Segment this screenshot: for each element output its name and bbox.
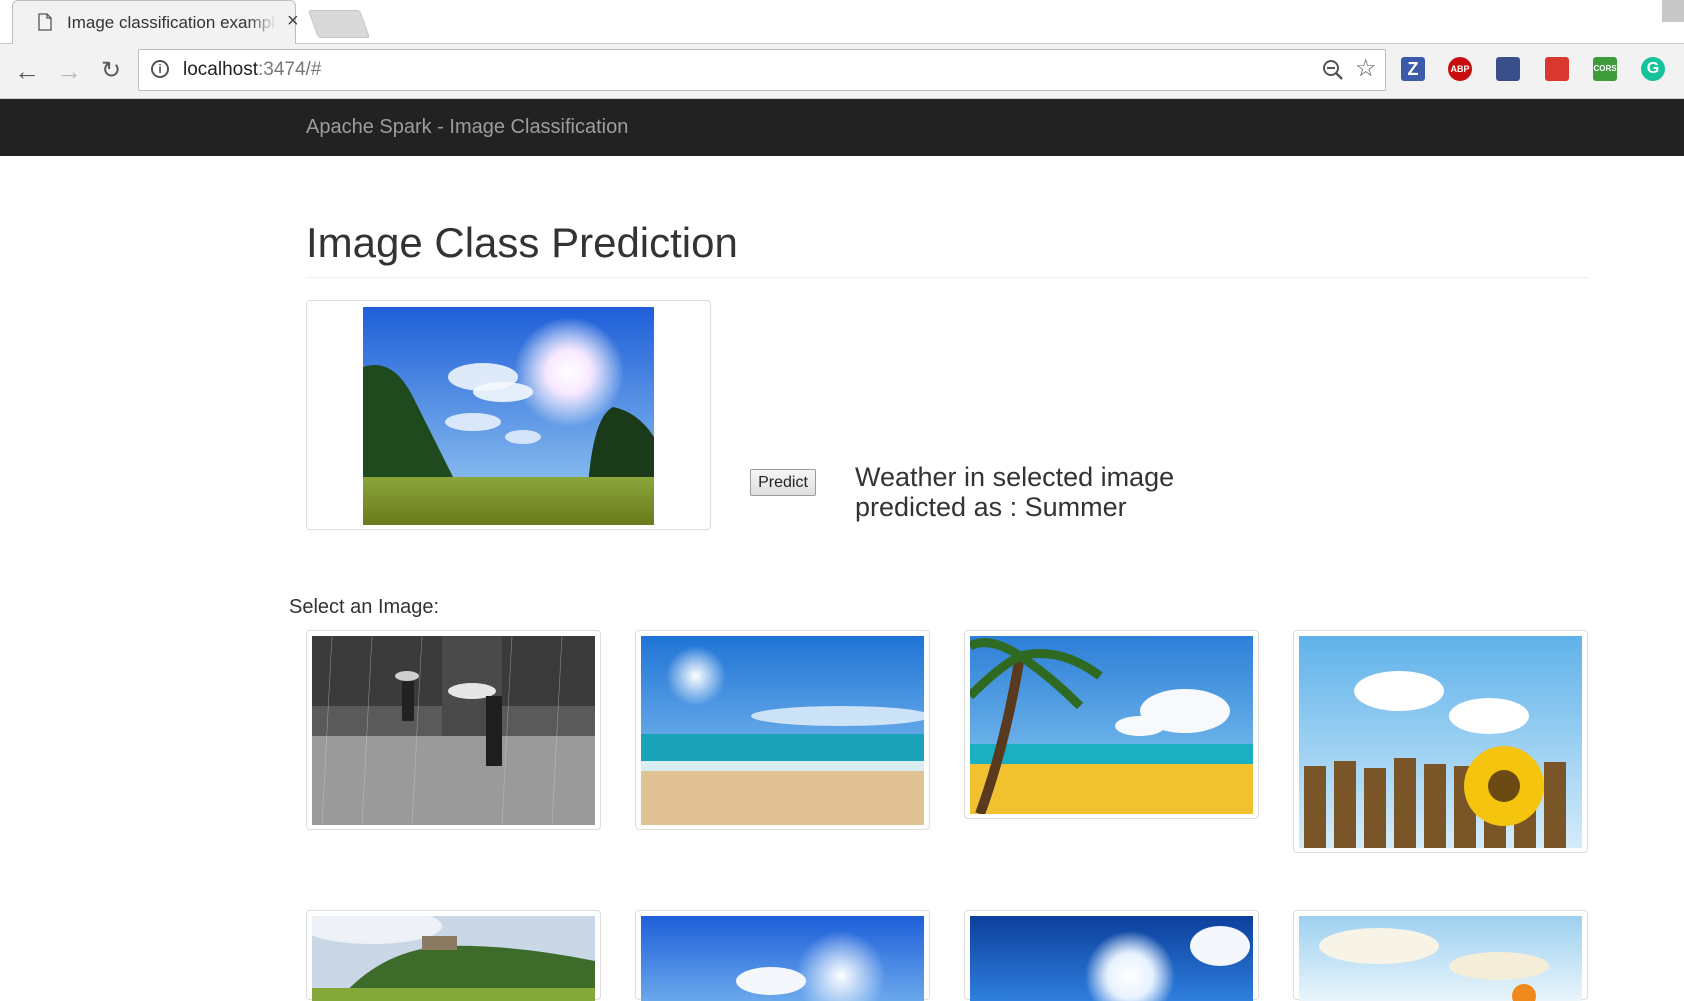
palm-beach-image[interactable] <box>970 636 1253 814</box>
gallery-item-beach-sun[interactable] <box>635 630 930 830</box>
rain-street-image[interactable] <box>312 636 595 825</box>
zotero-extension-icon[interactable]: Z <box>1401 57 1425 81</box>
select-image-label: Select an Image: <box>289 596 440 618</box>
gallery-item-sunny-sky[interactable] <box>635 910 930 1001</box>
tab-strip: Image classification example × <box>0 0 1684 44</box>
page-title: Image Class Prediction <box>306 219 738 266</box>
gallery-item-bright-sun[interactable] <box>964 910 1259 1001</box>
browser-toolbar: ← → ↻ i localhost:3474/# ☆ Z ABP CORS G <box>0 44 1684 99</box>
selected-image-frame <box>306 300 711 530</box>
sunny-sky-image[interactable] <box>641 916 924 1001</box>
app-navbar: Apache Spark - Image Classification <box>0 99 1684 156</box>
castle-hill-image[interactable] <box>312 916 595 1001</box>
sunflower-fence-image[interactable] <box>1299 636 1582 848</box>
new-tab-button[interactable] <box>307 10 371 38</box>
selected-image <box>363 307 654 525</box>
grammarly-extension-icon[interactable]: G <box>1641 57 1665 81</box>
zoom-out-icon[interactable] <box>1321 58 1345 82</box>
url-host: localhost <box>183 59 258 80</box>
info-icon[interactable]: i <box>151 60 169 78</box>
reload-icon[interactable]: ↻ <box>96 56 126 86</box>
tab-title: Image classification example <box>67 13 277 32</box>
gallery-item-rain-street[interactable] <box>306 630 601 830</box>
url-text[interactable]: localhost:3474/# <box>183 59 321 81</box>
adblock-extension-icon[interactable]: ABP <box>1448 57 1472 81</box>
browser-chrome: Image classification example × ← → ↻ i l… <box>0 0 1684 99</box>
page-icon <box>38 13 52 31</box>
gallery-item-autumn-sky[interactable] <box>1293 910 1588 1001</box>
gallery-item-palm-beach[interactable] <box>964 630 1259 819</box>
gallery-item-sunflower-fence[interactable] <box>1293 630 1588 853</box>
result-line-2: predicted as : Summer <box>855 492 1127 522</box>
navbar-brand[interactable]: Apache Spark - Image Classification <box>306 116 628 139</box>
cors-extension-icon[interactable]: CORS <box>1593 57 1617 81</box>
prediction-result: Weather in selected image predicted as :… <box>855 462 1215 522</box>
bright-sun-image[interactable] <box>970 916 1253 1001</box>
url-path: :3474/# <box>258 59 322 80</box>
address-bar[interactable]: i localhost:3474/# ☆ <box>138 49 1386 91</box>
bookmark-star-icon[interactable]: ☆ <box>1355 54 1377 83</box>
gallery-item-castle-hill[interactable] <box>306 910 601 1001</box>
browser-tab[interactable]: Image classification example × <box>12 0 299 44</box>
autumn-sky-image[interactable] <box>1299 916 1582 1001</box>
book-extension-icon[interactable] <box>1545 57 1569 81</box>
beach-sun-image[interactable] <box>641 636 924 825</box>
title-divider <box>306 277 1588 278</box>
profile-icon[interactable] <box>1662 0 1684 22</box>
back-arrow-icon[interactable]: ← <box>12 56 42 86</box>
predict-button[interactable]: Predict <box>750 469 816 496</box>
forward-arrow-icon[interactable]: → <box>54 56 84 86</box>
result-line-1: Weather in selected image <box>855 462 1175 492</box>
globe-extension-icon[interactable] <box>1496 57 1520 81</box>
close-icon[interactable]: × <box>287 10 299 32</box>
